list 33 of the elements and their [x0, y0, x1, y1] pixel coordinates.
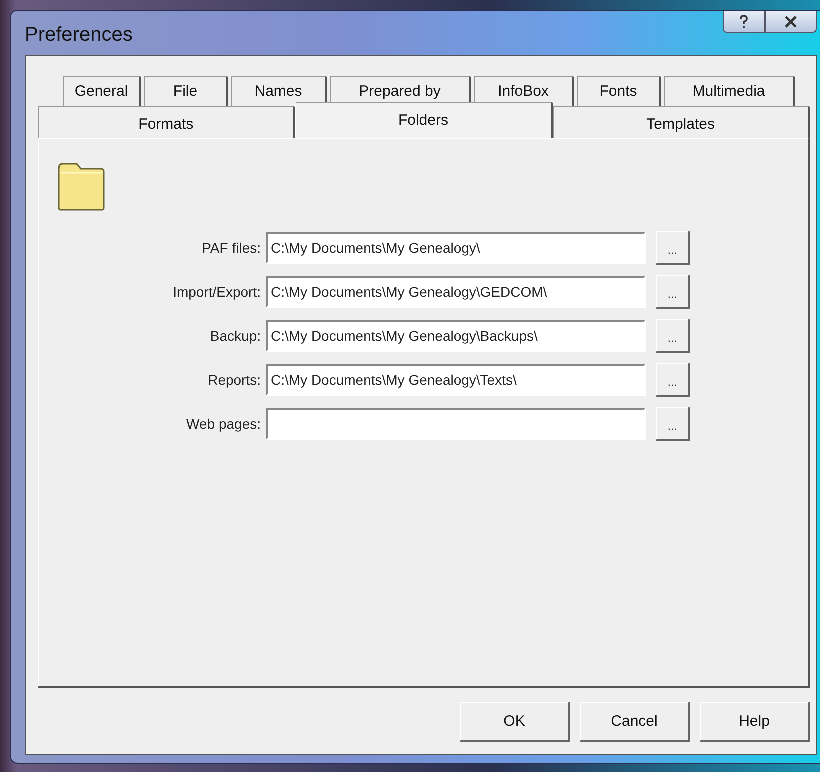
browse-button[interactable]: ...	[656, 363, 690, 397]
help-icon	[739, 14, 749, 28]
tab[interactable]: Formats	[38, 106, 296, 138]
tab[interactable]: General	[63, 76, 141, 106]
field-label: Web pages:	[186, 416, 261, 432]
tab[interactable]: Names	[231, 76, 327, 106]
window-title: Preferences	[25, 24, 133, 46]
browse-button[interactable]: ...	[656, 319, 690, 353]
path-field[interactable]: C:\My Documents\My Genealogy\	[266, 232, 646, 264]
help-button[interactable]	[723, 11, 765, 33]
tab[interactable]: Fonts	[577, 76, 661, 106]
tab[interactable]: File	[144, 76, 228, 106]
tab[interactable]: Folders	[295, 102, 553, 138]
path-field[interactable]	[266, 408, 646, 440]
path-field[interactable]: C:\My Documents\My Genealogy\Texts\	[266, 364, 646, 396]
browse-button[interactable]: ...	[656, 407, 690, 441]
field-label: Import/Export:	[172, 284, 261, 300]
close-button[interactable]	[765, 11, 817, 33]
browse-button[interactable]: ...	[656, 275, 690, 309]
dialog-button[interactable]: Help	[700, 702, 810, 742]
field-label: PAF files:	[201, 240, 261, 256]
field-label: Reports:	[207, 372, 261, 388]
close-icon	[784, 16, 798, 28]
browse-button[interactable]: ...	[656, 231, 690, 265]
path-field[interactable]: C:\My Documents\My Genealogy\Backups\	[266, 320, 646, 352]
path-field[interactable]: C:\My Documents\My Genealogy\GEDCOM\	[266, 276, 646, 308]
tab[interactable]: InfoBox	[474, 76, 574, 106]
dialog-button[interactable]: Cancel	[580, 702, 690, 742]
tab[interactable]: Multimedia	[664, 76, 795, 106]
dialog-button[interactable]: OK	[460, 702, 570, 742]
field-label: Backup:	[209, 328, 261, 344]
folder-icon	[57, 161, 105, 211]
tab[interactable]: Templates	[552, 106, 810, 138]
